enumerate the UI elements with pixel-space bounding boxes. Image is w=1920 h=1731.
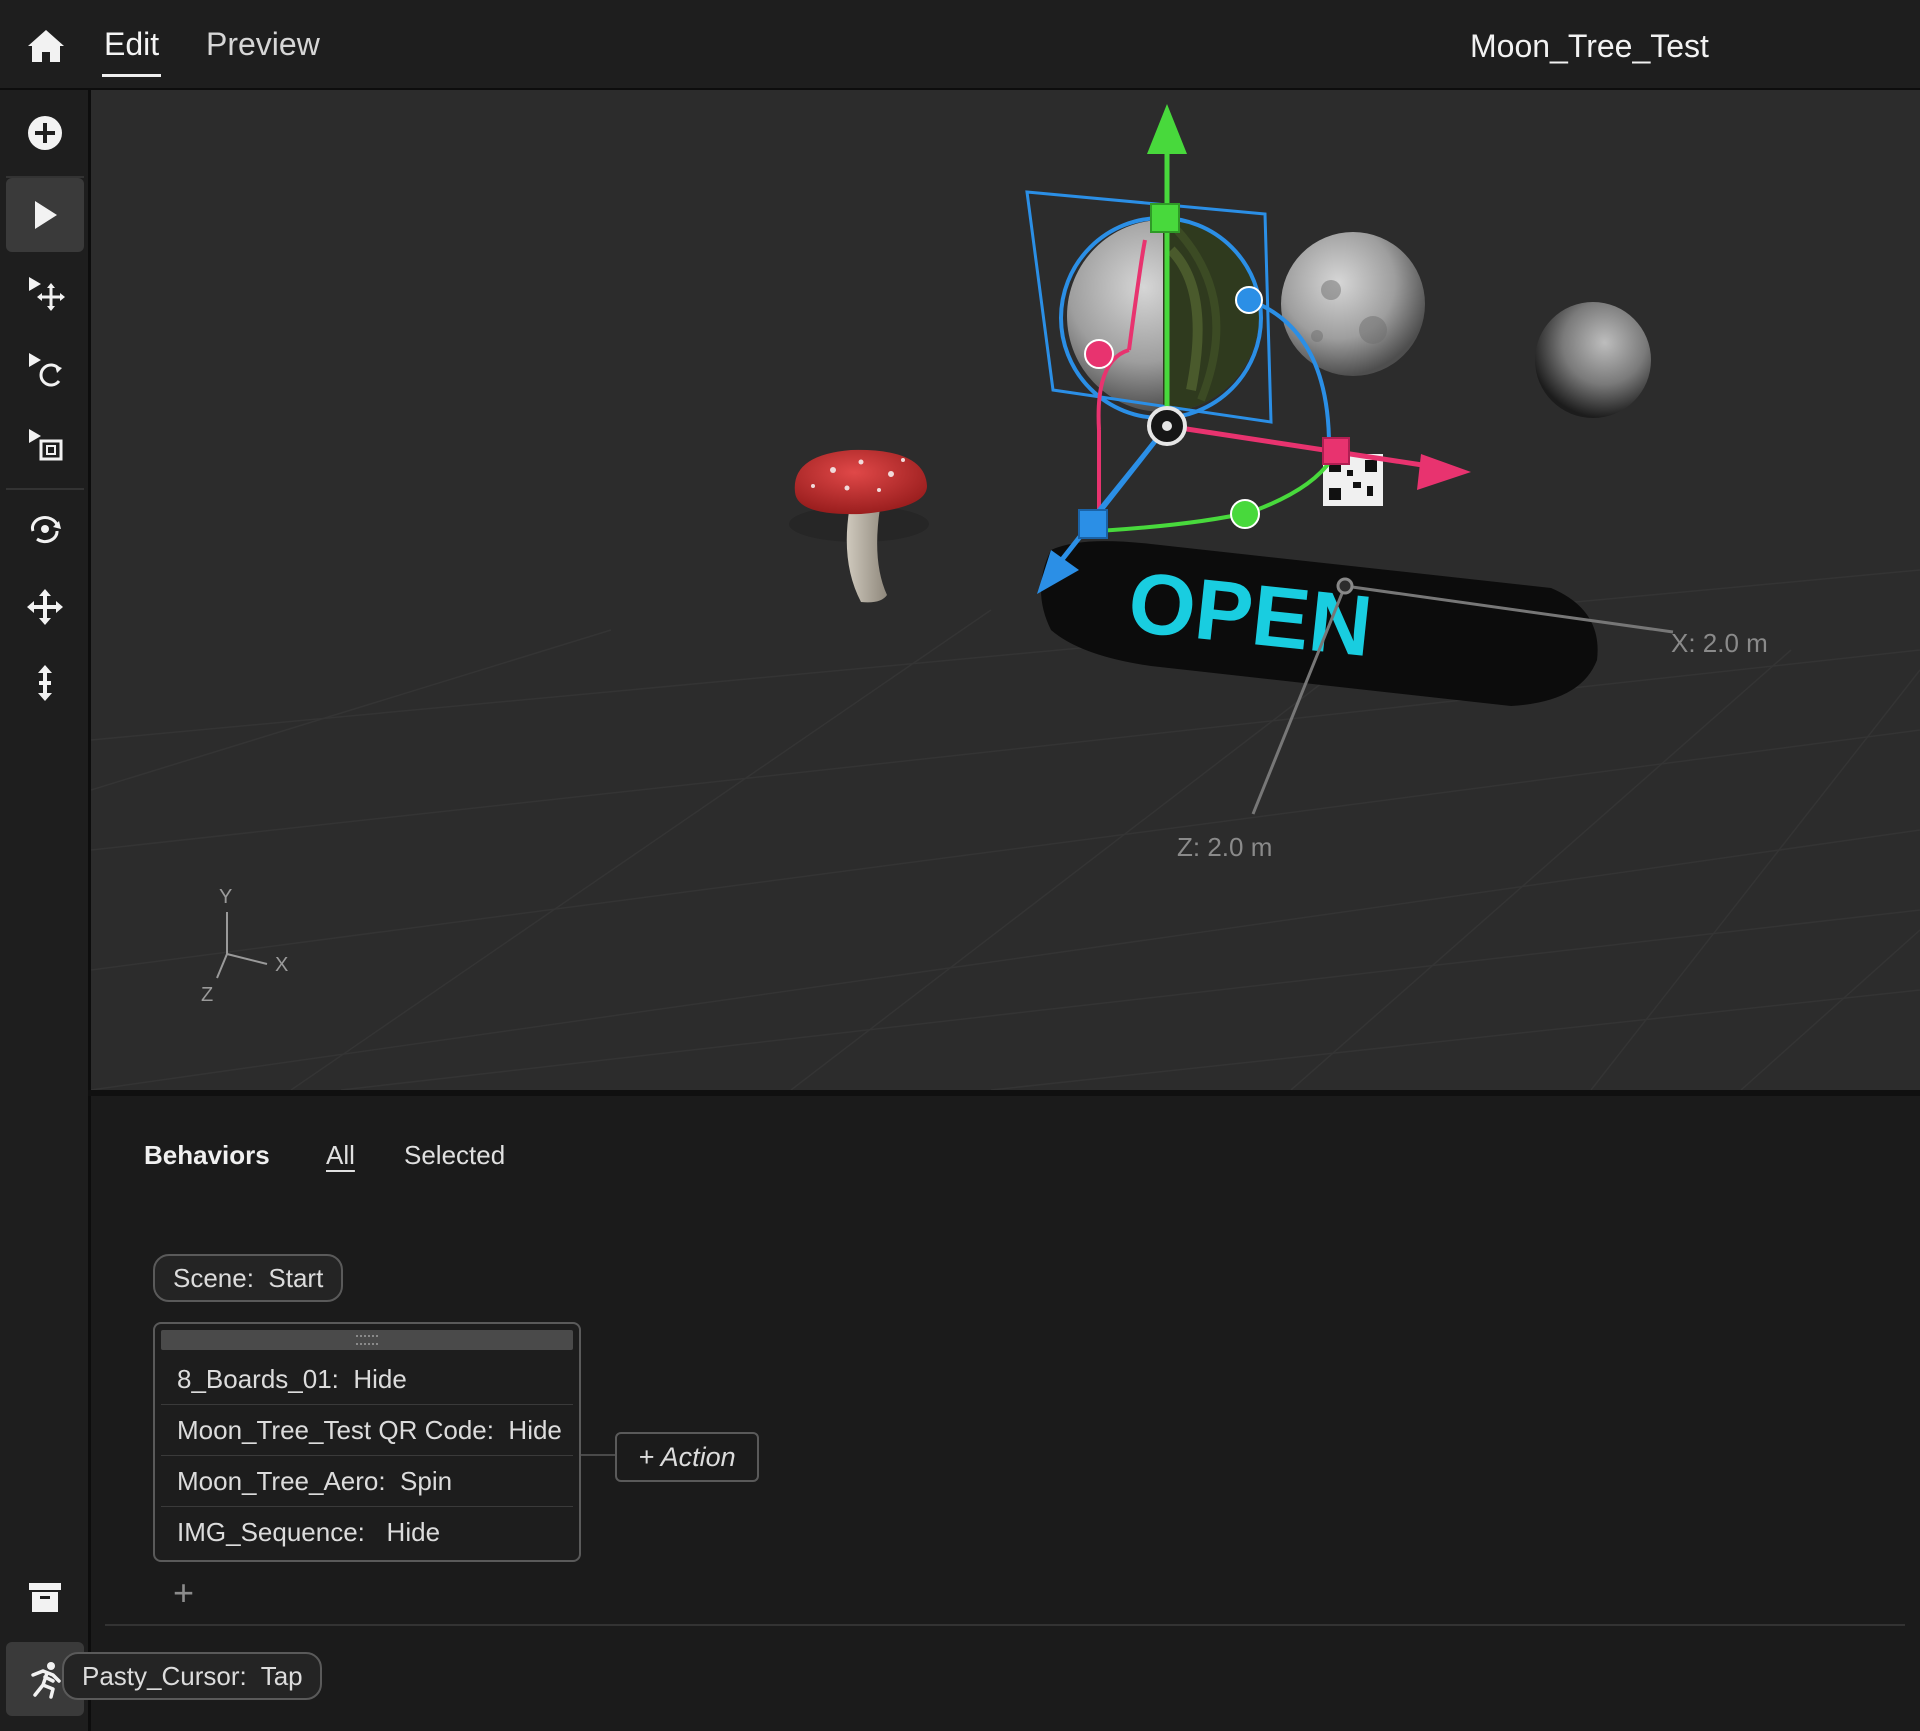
archive-icon bbox=[29, 1583, 61, 1612]
moon-model bbox=[1281, 232, 1425, 376]
rotate-tool-button[interactable] bbox=[6, 332, 84, 406]
select-tool-button[interactable] bbox=[6, 178, 84, 252]
add-behavior-button[interactable]: + bbox=[173, 1572, 194, 1614]
pan-button[interactable] bbox=[6, 570, 84, 644]
behaviors-title: Behaviors bbox=[144, 1140, 270, 1170]
floor-grid bbox=[91, 569, 1920, 1090]
axis-label-y: Y bbox=[219, 886, 233, 908]
tab-edit[interactable]: Edit bbox=[101, 26, 162, 77]
top-bar: Edit Preview Moon_Tree_Test bbox=[0, 0, 1920, 90]
action-item[interactable]: IMG_Sequence: Hide bbox=[161, 1507, 573, 1557]
drag-handle[interactable] bbox=[161, 1330, 573, 1350]
small-moon-model bbox=[1535, 302, 1651, 418]
move-tool-icon bbox=[29, 277, 65, 311]
scale-tool-button[interactable] bbox=[6, 408, 84, 482]
home-icon bbox=[28, 30, 64, 62]
archive-button[interactable] bbox=[6, 1560, 84, 1634]
pan-icon bbox=[27, 589, 63, 625]
moon-tree-model bbox=[1067, 220, 1259, 412]
trigger-pasty-cursor-tap[interactable]: Pasty_Cursor: Tap bbox=[62, 1652, 322, 1700]
scene-viewport[interactable]: OPEN X: 2.0 m Z: 2.0 m Y X Z bbox=[91, 90, 1920, 1090]
behaviors-runner-icon bbox=[31, 1662, 61, 1699]
toolbar-divider bbox=[6, 488, 84, 490]
axis-label-z: Z bbox=[201, 984, 214, 1006]
filter-all-tab[interactable]: All bbox=[326, 1140, 355, 1171]
left-toolbar bbox=[0, 90, 91, 1731]
add-circle-icon bbox=[28, 116, 62, 150]
axis-indicator bbox=[216, 912, 268, 979]
dolly-icon bbox=[38, 665, 52, 701]
open-sign-model: OPEN bbox=[1041, 541, 1598, 706]
tab-preview[interactable]: Preview bbox=[206, 26, 320, 63]
dolly-button[interactable] bbox=[6, 646, 84, 720]
orbit-button[interactable] bbox=[6, 492, 84, 566]
x-dimension-label: X: 2.0 m bbox=[1671, 628, 1768, 658]
filter-selected-tab[interactable]: Selected bbox=[404, 1140, 505, 1171]
action-connector bbox=[581, 1454, 615, 1456]
z-dimension-label: Z: 2.0 m bbox=[1177, 832, 1273, 862]
scene-canvas[interactable]: OPEN bbox=[91, 90, 1920, 1090]
action-list-card: 8_Boards_01: Hide Moon_Tree_Test QR Code… bbox=[153, 1322, 581, 1562]
action-item[interactable]: Moon_Tree_Aero: Spin bbox=[161, 1456, 573, 1507]
trigger-scene-start[interactable]: Scene: Start bbox=[153, 1254, 343, 1302]
axis-label-x: X bbox=[275, 954, 289, 976]
select-arrow-icon bbox=[35, 201, 57, 229]
behaviors-panel: Behaviors All Selected Scene: Start 8_Bo… bbox=[91, 1096, 1920, 1731]
action-item[interactable]: 8_Boards_01: Hide bbox=[161, 1354, 573, 1405]
action-item[interactable]: Moon_Tree_Test QR Code: Hide bbox=[161, 1405, 573, 1456]
add-object-button[interactable] bbox=[6, 96, 84, 170]
mushroom-model bbox=[789, 449, 929, 603]
scale-tool-icon bbox=[29, 429, 63, 461]
orbit-icon bbox=[31, 516, 61, 544]
home-button[interactable] bbox=[22, 22, 70, 70]
add-action-button[interactable]: + Action bbox=[615, 1432, 759, 1482]
rotate-tool-icon bbox=[29, 353, 62, 387]
move-tool-button[interactable] bbox=[6, 256, 84, 330]
behavior-divider bbox=[105, 1624, 1905, 1626]
project-title: Moon_Tree_Test bbox=[1470, 28, 1709, 64]
